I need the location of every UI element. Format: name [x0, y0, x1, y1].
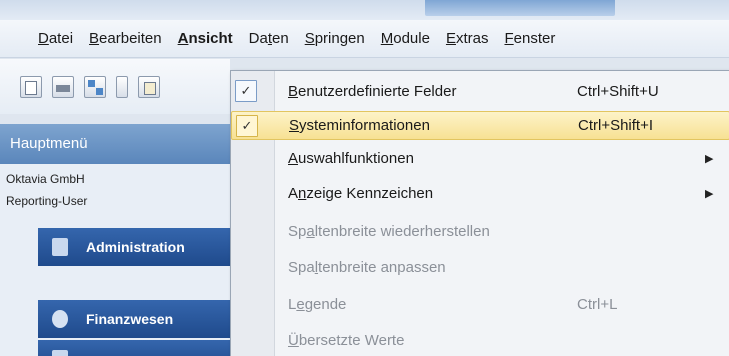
print-icon[interactable] [52, 75, 74, 98]
menu-item-label: Spaltenbreite anpassen [288, 259, 446, 276]
menu-springen[interactable]: Springen [297, 20, 373, 58]
finance-icon [52, 310, 68, 328]
check-icon: ✓ [236, 115, 258, 137]
shortcut-label: Ctrl+Shift+I [578, 117, 654, 134]
print-preview-icon[interactable] [20, 75, 42, 98]
nav-spacer [38, 266, 230, 300]
menu-item-label: Benutzerdefinierte Felder [288, 83, 457, 100]
clipboard-icon[interactable] [138, 75, 160, 98]
menu-item-label: Auswahlfunktionen [288, 150, 414, 167]
menu-item-benutzerdefinierte-felder[interactable]: ✓ Benutzerdefinierte Felder Ctrl+Shift+U [231, 77, 729, 106]
menu-item-label: Übersetzte Werte [288, 332, 405, 349]
main-menu-header: Hauptmenü [0, 124, 230, 164]
menu-extras[interactable]: Extras [438, 20, 497, 58]
nav-item-partial[interactable] [38, 340, 230, 356]
ansicht-dropdown-menu: ✓ Benutzerdefinierte Felder Ctrl+Shift+U… [230, 70, 729, 356]
network-icon[interactable] [84, 75, 106, 98]
nav-finanzwesen[interactable]: Finanzwesen [38, 300, 230, 338]
document-icon [52, 238, 68, 256]
menu-daten[interactable]: Daten [241, 20, 297, 58]
company-name: Oktavia GmbH [6, 172, 85, 186]
menu-ansicht[interactable]: Ansicht [170, 20, 241, 58]
menu-item-legende[interactable]: Legende Ctrl+L [231, 290, 729, 319]
menu-item-auswahlfunktionen[interactable]: Auswahlfunktionen ▶ [231, 144, 729, 173]
module-icon [52, 350, 68, 356]
submenu-arrow-icon: ▶ [705, 188, 714, 200]
menu-fenster[interactable]: Fenster [496, 20, 563, 58]
menu-bearbeiten[interactable]: Bearbeiten [81, 20, 170, 58]
shortcut-label: Ctrl+Shift+U [577, 83, 659, 100]
user-name: Reporting-User [6, 194, 88, 208]
menu-item-systeminformationen[interactable]: ✓ Systeminformationen Ctrl+Shift+I [231, 111, 729, 140]
submenu-arrow-icon: ▶ [705, 153, 714, 165]
menu-item-label: Anzeige Kennzeichen [288, 185, 434, 202]
menu-item-label: Spaltenbreite wiederherstellen [288, 223, 490, 240]
menu-item-spaltenbreite-anpassen[interactable]: Spaltenbreite anpassen [231, 253, 729, 282]
nav-label: Administration [86, 239, 185, 255]
column-icon[interactable] [116, 75, 128, 98]
nav-administration[interactable]: Administration [38, 228, 230, 266]
toolbar [0, 59, 230, 114]
menu-item-label: Systeminformationen [289, 117, 430, 134]
shortcut-label: Ctrl+L [577, 296, 618, 313]
nav-label: Finanzwesen [86, 311, 174, 327]
menu-module[interactable]: Module [373, 20, 438, 58]
menu-item-anzeige-kennzeichen[interactable]: Anzeige Kennzeichen ▶ [231, 179, 729, 208]
menu-item-uebersetzte-werte[interactable]: Übersetzte Werte [231, 326, 729, 355]
menu-bar: Datei Bearbeiten Ansicht Daten Springen … [0, 20, 729, 58]
title-strip [0, 0, 729, 20]
window-accent [425, 0, 615, 16]
menu-item-spaltenbreite-wiederherstellen[interactable]: Spaltenbreite wiederherstellen [231, 217, 729, 246]
check-icon: ✓ [235, 80, 257, 102]
menu-item-label: Legende [288, 296, 347, 313]
menu-datei[interactable]: Datei [30, 20, 81, 58]
